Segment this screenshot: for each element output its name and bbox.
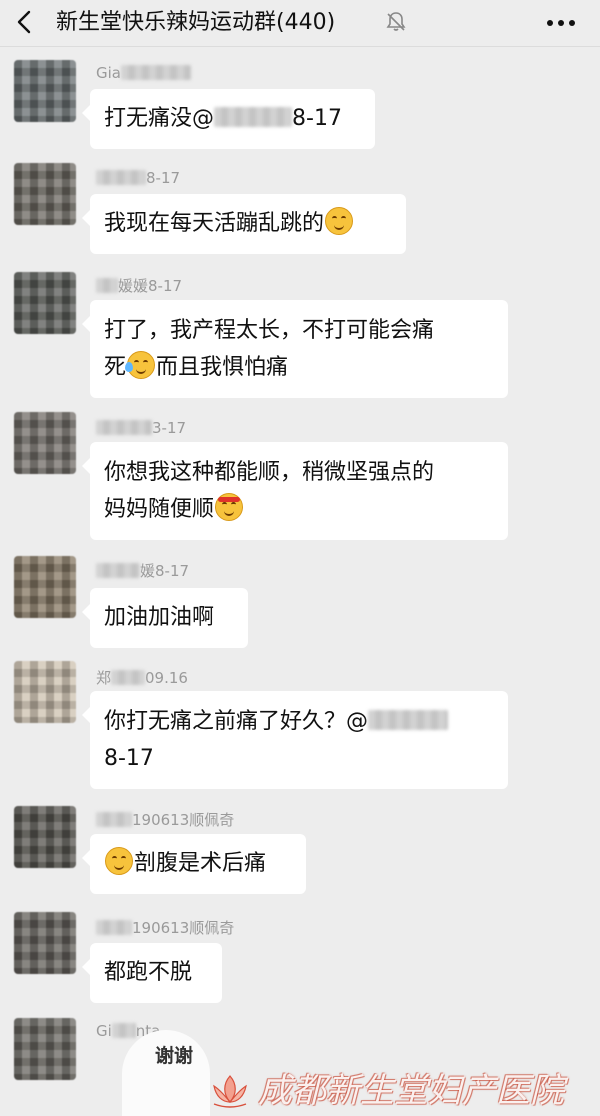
hospital-watermark: 成都新生堂妇产医院 xyxy=(258,1071,564,1111)
sender-name: 媛8-17 xyxy=(96,562,189,580)
bell-muted-icon xyxy=(386,12,406,31)
smile-blush-emoji xyxy=(105,847,133,875)
blurred-name xyxy=(96,420,152,435)
avatar[interactable] xyxy=(14,163,76,225)
chat-header: 新生堂快乐辣妈运动群(440) xyxy=(0,0,600,47)
sender-name: 3-17 xyxy=(96,419,186,437)
sender-name: 190613顺佩奇 xyxy=(96,811,234,829)
blurred-name xyxy=(120,65,191,80)
headband-emoji xyxy=(215,493,244,521)
blurred-name xyxy=(96,170,146,185)
sticker-image[interactable] xyxy=(122,1030,210,1116)
blurred-mention xyxy=(214,107,293,127)
avatar[interactable] xyxy=(14,912,76,974)
message-bubble[interactable]: 我现在每天活蹦乱跳的 xyxy=(82,194,406,254)
message-bubble[interactable]: 你想我这种都能顺，稍微坚强点的 妈妈随便顺 xyxy=(82,442,508,540)
chat-title: 新生堂快乐辣妈运动群(440) xyxy=(56,10,336,35)
avatar[interactable] xyxy=(14,60,76,122)
blurred-name xyxy=(111,670,146,685)
blurred-mention xyxy=(368,710,449,730)
blurred-name xyxy=(96,920,132,935)
sender-name: Gia xyxy=(96,64,191,82)
blurred-name xyxy=(111,1023,136,1038)
message-bubble[interactable]: 都跑不脱 xyxy=(82,943,222,1003)
chevron-left-icon[interactable] xyxy=(12,9,38,35)
sender-name: 媛媛8-17 xyxy=(96,277,182,295)
sender-name: 郑 09.16 xyxy=(96,669,188,687)
sender-name: 8-17 xyxy=(96,169,180,187)
sweat-laugh-emoji xyxy=(125,351,156,379)
message-bubble[interactable]: 打了，我产程太长，不打可能会痛 死而且我惧怕痛 xyxy=(82,300,508,398)
blurred-name xyxy=(96,278,118,293)
sender-name: 190613顺佩奇 xyxy=(96,919,234,937)
message-bubble[interactable]: 打无痛没@ 8-17 xyxy=(82,89,375,149)
smile-blush-emoji xyxy=(325,207,354,235)
message-bubble[interactable]: 你打无痛之前痛了好久？@ 8-17 xyxy=(82,691,508,789)
avatar[interactable] xyxy=(14,806,76,868)
message-bubble[interactable]: 剖腹是术后痛 xyxy=(82,834,306,894)
avatar[interactable] xyxy=(14,1018,76,1080)
blurred-name xyxy=(96,812,132,827)
sticker-caption: 谢谢 xyxy=(155,1045,194,1067)
avatar[interactable] xyxy=(14,661,76,723)
avatar[interactable] xyxy=(14,556,76,618)
avatar[interactable] xyxy=(14,272,76,334)
message-bubble[interactable]: 加油加油啊 xyxy=(82,588,248,648)
lotus-logo-icon xyxy=(213,1075,247,1108)
avatar[interactable] xyxy=(14,412,76,474)
more-dots-icon[interactable] xyxy=(543,10,579,36)
blurred-name xyxy=(96,563,140,578)
